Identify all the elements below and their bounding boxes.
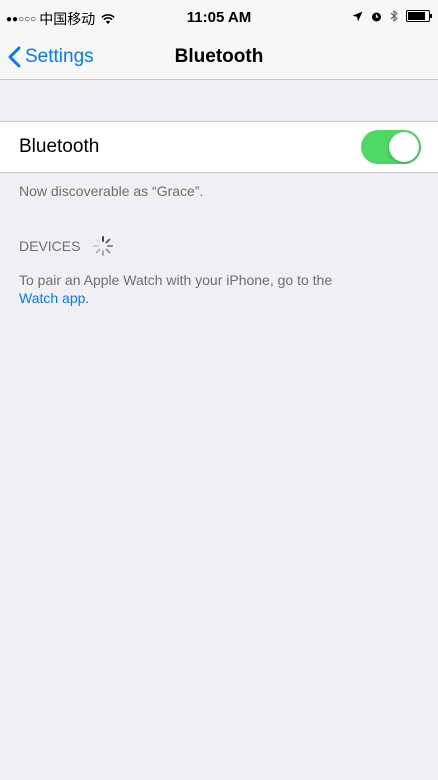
alarm-icon — [372, 12, 381, 21]
devices-header-label: DEVICES — [19, 238, 81, 254]
pair-text-suffix: . — [85, 290, 90, 306]
loading-spinner-icon — [93, 236, 114, 256]
bluetooth-icon — [390, 10, 398, 22]
watch-app-link[interactable]: Watch app — [19, 290, 85, 306]
discoverable-text: Now discoverable as “Grace”. — [19, 183, 204, 199]
status-bar: ●●○○○ 中国移动 11:05 AM — [0, 0, 438, 36]
status-right — [352, 10, 432, 22]
navigation-bar: Settings Bluetooth — [0, 36, 438, 80]
location-icon — [352, 11, 363, 21]
page-title: Bluetooth — [174, 46, 264, 67]
devices-header: DEVICES — [19, 235, 114, 257]
toggle-knob — [389, 132, 419, 162]
bluetooth-cell: Bluetooth — [0, 121, 438, 173]
pair-instructions: To pair an Apple Watch with your iPhone,… — [19, 271, 419, 307]
battery-icon — [406, 10, 432, 22]
pair-text: To pair an Apple Watch with your iPhone,… — [19, 272, 333, 288]
bluetooth-label: Bluetooth — [19, 136, 100, 157]
bluetooth-toggle[interactable] — [361, 130, 421, 164]
